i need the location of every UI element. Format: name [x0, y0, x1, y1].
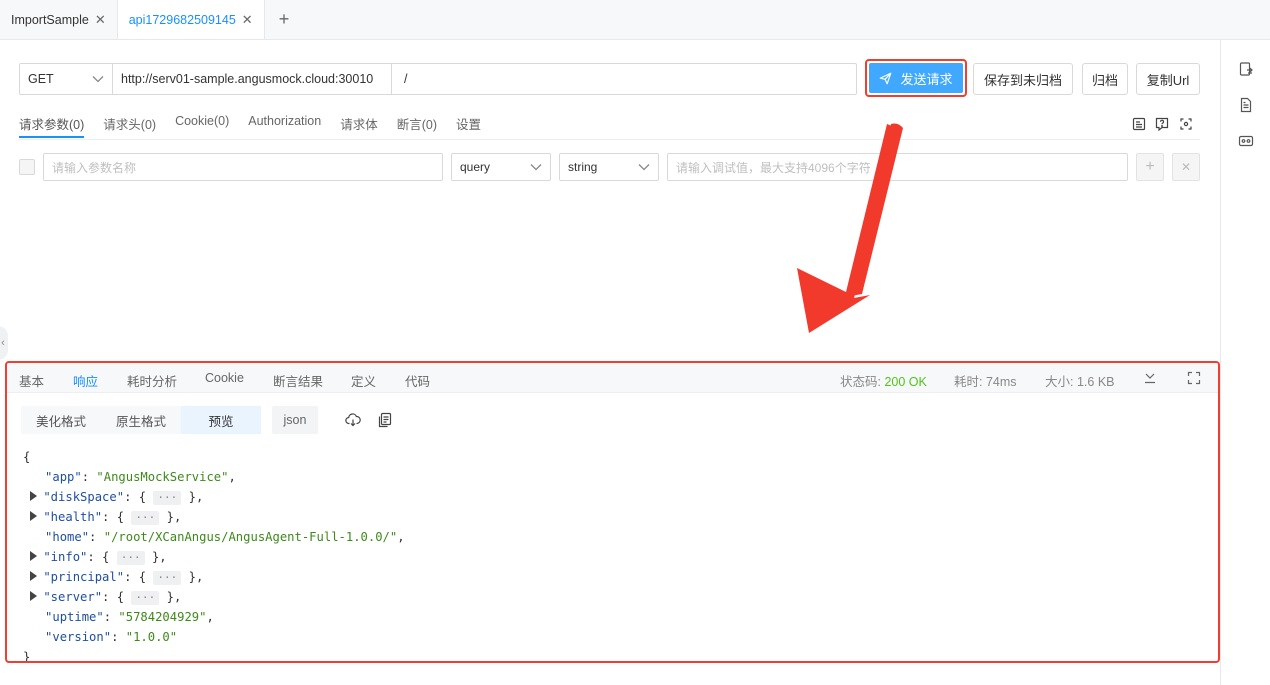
expand-icon[interactable] — [30, 571, 38, 581]
tab-assert-results[interactable]: 断言结果 — [273, 371, 323, 390]
format-pretty[interactable]: 美化格式 — [21, 406, 101, 434]
json-line[interactable]: "info": { ··· }, — [23, 547, 405, 567]
expand-icon[interactable] — [30, 551, 38, 561]
tab-query-params[interactable]: 请求参数(0) — [19, 114, 85, 138]
time-label: 耗时: — [954, 375, 983, 389]
size-value: 1.6 KB — [1076, 375, 1115, 389]
add-param-button[interactable]: + — [1136, 153, 1164, 181]
json-line: "home": "/root/XCanAngus/AngusAgent-Full… — [45, 530, 405, 544]
json-line[interactable]: "principal": { ··· }, — [23, 567, 405, 587]
content-type-badge[interactable]: json — [272, 406, 318, 434]
download-icon[interactable] — [345, 412, 361, 428]
json-line: } — [23, 650, 31, 663]
close-icon[interactable]: ✕ — [242, 12, 253, 28]
collapse-panel-icon[interactable] — [1143, 371, 1157, 385]
expand-icon[interactable] — [30, 491, 38, 501]
tab-body[interactable]: 请求体 — [340, 114, 378, 136]
param-value-input[interactable]: 请输入调试值，最大支持4096个字符 — [667, 153, 1128, 181]
collapse-handle[interactable]: ‹ — [0, 326, 8, 360]
status-value: 200 OK — [884, 375, 927, 389]
param-in-select[interactable]: query — [451, 153, 551, 181]
tab-importsample[interactable]: ImportSample ✕ — [0, 0, 117, 39]
time-value: 74ms — [985, 375, 1017, 389]
param-name-input[interactable]: 请输入参数名称 — [43, 153, 443, 181]
response-tab-bar: 基本 响应 耗时分析 Cookie 断言结果 定义 代码 状态码: 200 OK… — [7, 363, 1218, 393]
param-type-value: string — [568, 160, 598, 174]
tab-code[interactable]: 代码 — [405, 371, 430, 390]
json-line: "uptime": "5784204929", — [45, 610, 214, 624]
param-tabs: 请求参数(0) 请求头(0) Cookie(0) Authorization 请… — [19, 114, 500, 138]
param-type-select[interactable]: string — [559, 153, 659, 181]
send-button-highlight: 发送请求 — [865, 59, 967, 97]
copy-url-button[interactable]: 复制Url — [1136, 63, 1200, 95]
json-line[interactable]: "health": { ··· }, — [23, 507, 405, 527]
collapsed-ellipsis[interactable]: ··· — [116, 551, 145, 565]
format-raw[interactable]: 原生格式 — [101, 406, 181, 434]
expand-icon[interactable] — [30, 511, 38, 521]
tab-response-cookie[interactable]: Cookie — [205, 371, 244, 385]
tab-label: api1729682509145 — [128, 12, 236, 27]
param-in-value: query — [460, 160, 491, 174]
json-line: "app": "AngusMockService", — [45, 470, 236, 484]
request-url-row: GET http://serv01-sample.angusmock.cloud… — [19, 63, 857, 95]
collapsed-ellipsis[interactable]: ··· — [131, 591, 160, 605]
tab-bar: ImportSample ✕ api1729682509145 ✕ + — [0, 0, 1270, 40]
document-icon[interactable] — [1238, 97, 1254, 113]
size-label: 大小: — [1045, 375, 1074, 389]
expand-icon[interactable] — [30, 591, 38, 601]
json-line[interactable]: "server": { ··· }, — [23, 587, 405, 607]
status-code: 状态码: 200 OK — [840, 371, 927, 390]
divider — [19, 139, 1200, 140]
tab-definition[interactable]: 定义 — [351, 371, 376, 390]
tab-settings[interactable]: 设置 — [456, 114, 481, 136]
collapsed-ellipsis[interactable]: ··· — [131, 511, 160, 525]
chevron-down-icon — [530, 164, 542, 171]
tab-timing[interactable]: 耗时分析 — [127, 371, 177, 390]
collapsed-ellipsis[interactable]: ··· — [153, 491, 182, 505]
remove-param-button[interactable]: ✕ — [1172, 153, 1200, 181]
method-value: GET — [28, 72, 54, 86]
format-preview[interactable]: 预览 — [181, 406, 261, 434]
collapsed-ellipsis[interactable]: ··· — [153, 571, 182, 585]
save-unarchived-button[interactable]: 保存到未归档 — [973, 63, 1073, 95]
variables-icon[interactable] — [1179, 117, 1193, 131]
code-block-icon[interactable] — [1238, 133, 1254, 149]
server-url-input[interactable]: http://serv01-sample.angusmock.cloud:300… — [113, 63, 392, 95]
tab-response[interactable]: 响应 — [73, 371, 98, 390]
chevron-down-icon — [638, 164, 650, 171]
tab-api1729682509145[interactable]: api1729682509145 ✕ — [116, 0, 265, 39]
right-side-rail — [1220, 40, 1270, 685]
tab-cookie[interactable]: Cookie(0) — [175, 114, 229, 136]
tab-assertions[interactable]: 断言(0) — [397, 114, 437, 136]
bulk-edit-icon[interactable] — [1132, 117, 1146, 131]
response-size: 大小: 1.6 KB — [1045, 371, 1115, 390]
tab-label: ImportSample — [11, 12, 89, 27]
json-preview: { "app": "AngusMockService", "diskSpace"… — [23, 447, 405, 663]
send-label: 发送请求 — [900, 71, 953, 87]
send-icon — [880, 72, 892, 84]
method-select[interactable]: GET — [19, 63, 113, 95]
send-request-button[interactable]: 发送请求 — [869, 63, 963, 93]
json-line[interactable]: "diskSpace": { ··· }, — [23, 487, 405, 507]
tab-basic[interactable]: 基本 — [19, 371, 44, 390]
chevron-down-icon — [92, 76, 104, 83]
copy-icon[interactable] — [377, 412, 393, 428]
tab-authorization[interactable]: Authorization — [248, 114, 321, 136]
help-icon[interactable] — [1155, 117, 1169, 131]
response-panel: 基本 响应 耗时分析 Cookie 断言结果 定义 代码 状态码: 200 OK… — [5, 361, 1220, 663]
fullscreen-icon[interactable] — [1187, 371, 1201, 385]
archive-button[interactable]: 归档 — [1082, 63, 1128, 95]
api-debug-page: ImportSample ✕ api1729682509145 ✕ + GET … — [0, 0, 1270, 685]
param-enable-checkbox[interactable] — [19, 159, 35, 175]
tab-headers[interactable]: 请求头(0) — [103, 114, 156, 136]
json-line: { — [23, 450, 31, 464]
format-switch: 美化格式 原生格式 预览 — [21, 406, 261, 434]
sync-doc-icon[interactable] — [1238, 61, 1254, 77]
add-tab-button[interactable]: + — [265, 0, 304, 39]
close-icon[interactable]: ✕ — [95, 12, 106, 28]
json-line: "version": "1.0.0" — [45, 630, 178, 644]
status-label: 状态码: — [840, 375, 881, 389]
elapsed-time: 耗时: 74ms — [954, 371, 1017, 390]
path-input[interactable]: / — [392, 63, 857, 95]
